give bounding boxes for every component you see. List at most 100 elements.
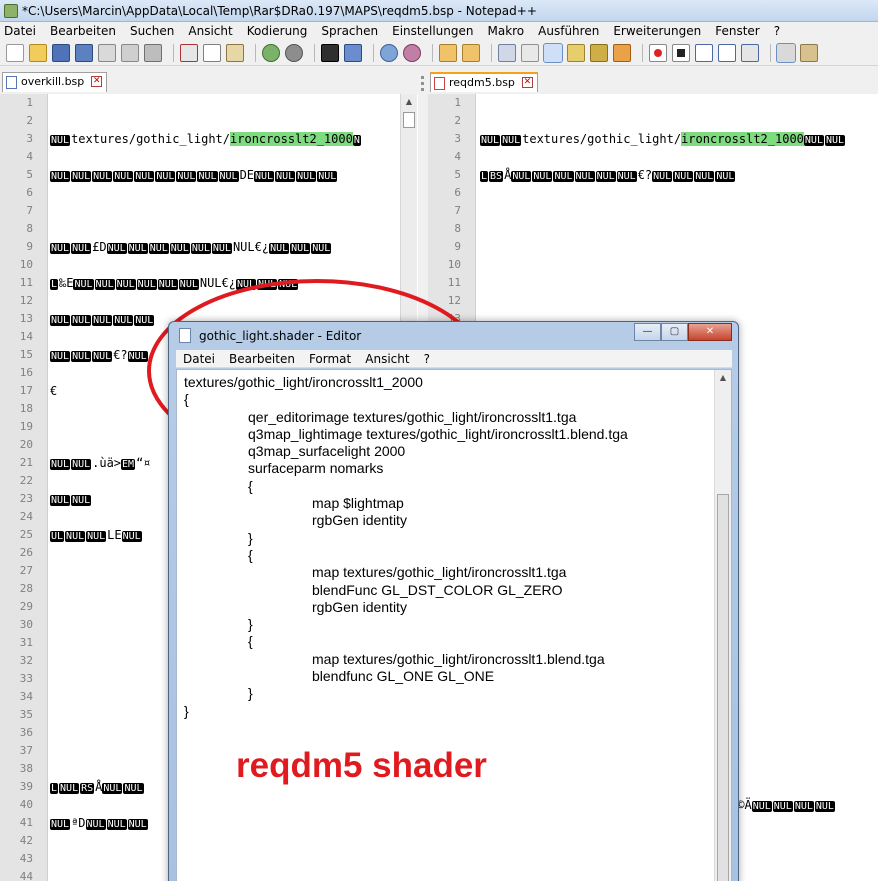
menu-kodierung[interactable]: Kodierung bbox=[247, 24, 308, 38]
record-macro-icon[interactable] bbox=[649, 43, 667, 62]
menu-makro[interactable]: Makro bbox=[487, 24, 524, 38]
line-number: 32 bbox=[19, 654, 33, 667]
menu-einstellungen[interactable]: Einstellungen bbox=[392, 24, 473, 38]
line-number: 4 bbox=[26, 150, 33, 163]
spell-check-icon[interactable] bbox=[776, 42, 796, 63]
minimize-button[interactable]: — bbox=[634, 323, 661, 341]
code-line-3: NUL NUL textures/gothic_light/ironcrosslt2… bbox=[480, 132, 846, 146]
menu-erweiterungen[interactable]: Erweiterungen bbox=[613, 24, 701, 38]
undo-icon[interactable] bbox=[262, 43, 280, 62]
shader-line: rgbGen identity bbox=[312, 512, 407, 529]
np-menu-ansicht[interactable]: Ansicht bbox=[365, 352, 409, 366]
plugin-icon[interactable] bbox=[800, 43, 818, 62]
tab-reqdm5[interactable]: reqdm5.bsp ✕ bbox=[430, 72, 538, 92]
line-number: 8 bbox=[454, 222, 461, 235]
menu-bar: Datei Bearbeiten Suchen Ansicht Kodierun… bbox=[0, 22, 878, 40]
line-number: 31 bbox=[19, 636, 33, 649]
shader-line: { bbox=[248, 633, 253, 650]
doc-map-icon[interactable] bbox=[590, 43, 608, 62]
tab-label: reqdm5.bsp bbox=[449, 76, 515, 89]
np-menu-bearbeiten[interactable]: Bearbeiten bbox=[229, 352, 295, 366]
notepad-menu-bar: Datei Bearbeiten Format Ansicht ? bbox=[176, 350, 732, 368]
shader-line: blendfunc GL_ONE GL_ONE bbox=[312, 668, 495, 685]
word-wrap-icon[interactable] bbox=[498, 43, 516, 62]
maximize-button[interactable]: ▢ bbox=[661, 323, 688, 341]
new-file-icon[interactable] bbox=[6, 43, 24, 62]
tab-close-icon[interactable]: ✕ bbox=[91, 76, 103, 87]
menu-ausfuehren[interactable]: Ausführen bbox=[538, 24, 599, 38]
notepad-window[interactable]: gothic_light.shader - Editor — ▢ ✕ Datei… bbox=[168, 321, 739, 881]
redo-icon[interactable] bbox=[285, 43, 303, 62]
close-all-icon[interactable] bbox=[121, 43, 139, 62]
save-all-icon[interactable] bbox=[75, 43, 93, 62]
scroll-thumb[interactable] bbox=[717, 494, 729, 881]
line-number: 37 bbox=[19, 744, 33, 757]
stop-record-icon[interactable] bbox=[672, 43, 690, 62]
left-tab-bar: overkill.bsp ✕ bbox=[2, 72, 108, 92]
np-menu-help[interactable]: ? bbox=[424, 352, 430, 366]
sync-horizontal-icon[interactable] bbox=[462, 43, 480, 62]
zoom-out-icon[interactable] bbox=[403, 43, 421, 62]
line-number: 10 bbox=[447, 258, 461, 271]
tab-close-icon[interactable]: ✕ bbox=[521, 77, 533, 88]
menu-fenster[interactable]: Fenster bbox=[715, 24, 760, 38]
line-number: 7 bbox=[26, 204, 33, 217]
scroll-up-icon[interactable]: ▲ bbox=[715, 370, 731, 386]
tab-overkill[interactable]: overkill.bsp ✕ bbox=[2, 72, 108, 92]
menu-bearbeiten[interactable]: Bearbeiten bbox=[50, 24, 116, 38]
close-button[interactable]: ✕ bbox=[688, 323, 732, 341]
toolbar-separator bbox=[173, 43, 174, 62]
line-number: 29 bbox=[19, 600, 33, 613]
close-icon[interactable] bbox=[98, 43, 116, 62]
np-menu-datei[interactable]: Datei bbox=[183, 352, 215, 366]
menu-help[interactable]: ? bbox=[774, 24, 780, 38]
shader-line: map $lightmap bbox=[312, 495, 404, 512]
zoom-in-icon[interactable] bbox=[380, 43, 398, 62]
file-modified-icon bbox=[434, 77, 445, 90]
notepad-vertical-scrollbar[interactable]: ▲ bbox=[714, 370, 731, 881]
replace-icon[interactable] bbox=[344, 43, 362, 62]
menu-suchen[interactable]: Suchen bbox=[130, 24, 174, 38]
line-number: 44 bbox=[19, 870, 33, 881]
save-icon[interactable] bbox=[52, 43, 70, 62]
line-number: 9 bbox=[454, 240, 461, 253]
paste-icon[interactable] bbox=[226, 43, 244, 62]
line-number: 12 bbox=[447, 294, 461, 307]
scroll-up-icon[interactable]: ▲ bbox=[401, 94, 417, 110]
print-icon[interactable] bbox=[144, 43, 162, 62]
code-line-5: L BS ÅNUL NUL NUL NUL NUL NUL €?NUL NUL NUL NUL bbox=[480, 168, 736, 182]
sync-vertical-icon[interactable] bbox=[439, 43, 457, 62]
copy-icon[interactable] bbox=[203, 43, 221, 62]
cut-icon[interactable] bbox=[180, 43, 198, 62]
line-number: 2 bbox=[454, 114, 461, 127]
window-title: *C:\Users\Marcin\AppData\Local\Temp\Rar$… bbox=[22, 4, 537, 18]
menu-ansicht[interactable]: Ansicht bbox=[188, 24, 232, 38]
menu-sprachen[interactable]: Sprachen bbox=[321, 24, 378, 38]
save-macro-icon[interactable] bbox=[741, 43, 759, 62]
user-lang-icon[interactable] bbox=[567, 43, 585, 62]
indent-guide-icon[interactable] bbox=[543, 42, 563, 63]
line-number: 16 bbox=[19, 366, 33, 379]
line-number: 14 bbox=[19, 330, 33, 343]
line-number: 26 bbox=[19, 546, 33, 559]
show-all-chars-icon[interactable] bbox=[521, 43, 539, 62]
function-list-icon[interactable] bbox=[613, 43, 631, 62]
run-macro-multiple-icon[interactable] bbox=[718, 43, 736, 62]
line-number: 7 bbox=[454, 204, 461, 217]
file-icon bbox=[6, 76, 17, 89]
code-line-5: NUL NUL NUL NUL NUL NUL NUL NUL NUL DENUL NUL NUL NU… bbox=[50, 168, 338, 182]
open-file-icon[interactable] bbox=[29, 43, 47, 62]
line-number: 24 bbox=[19, 510, 33, 523]
np-menu-format[interactable]: Format bbox=[309, 352, 351, 366]
title-bar[interactable]: *C:\Users\Marcin\AppData\Local\Temp\Rar$… bbox=[0, 0, 878, 22]
notepad-text-area[interactable]: textures/gothic_light/ironcrosslt1_2000 {… bbox=[176, 369, 732, 881]
shader-line: textures/gothic_light/ironcrosslt1_2000 bbox=[184, 374, 423, 390]
line-number: 12 bbox=[19, 294, 33, 307]
play-macro-icon[interactable] bbox=[695, 43, 713, 62]
code-line-9: NUL NUL £DNUL NUL NUL NUL NUL NUL NUL€¿NUL NUL NUL bbox=[50, 240, 332, 254]
menu-datei[interactable]: Datei bbox=[4, 24, 36, 38]
notepad-icon bbox=[179, 328, 191, 343]
line-number: 1 bbox=[454, 96, 461, 109]
find-icon[interactable] bbox=[321, 43, 339, 62]
scroll-thumb[interactable] bbox=[403, 112, 415, 128]
